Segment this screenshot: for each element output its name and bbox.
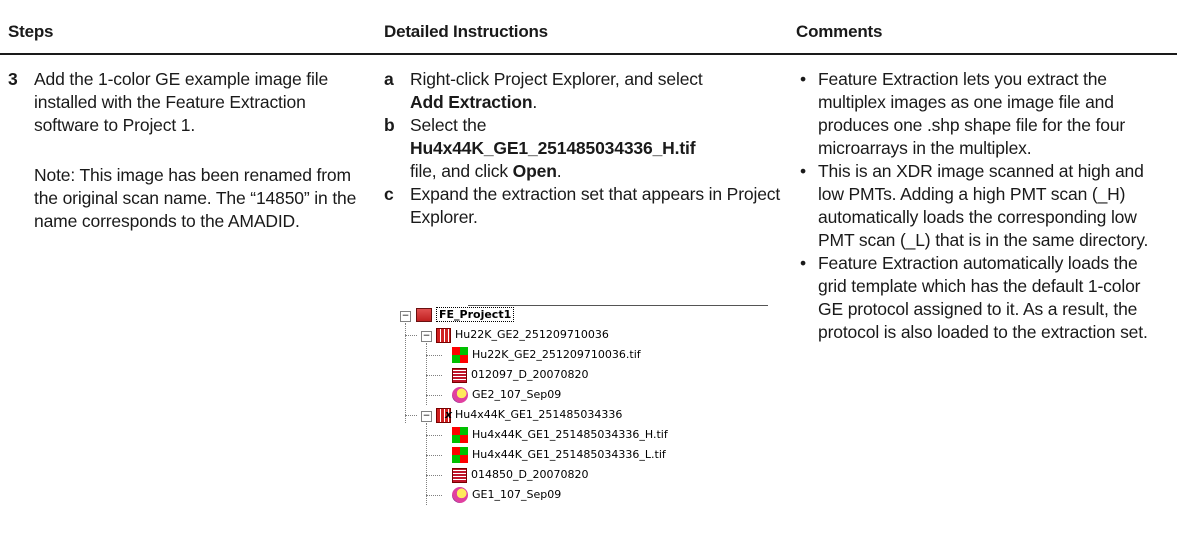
tree-line (426, 495, 442, 496)
tree-node-project[interactable]: FE_Project1 (416, 305, 515, 325)
tree-line (426, 475, 442, 476)
comment-3-text: Feature Extraction automatically loads t… (818, 253, 1148, 342)
protocol-icon (452, 387, 468, 403)
protocol-icon (452, 487, 468, 503)
bullet-icon: • (800, 69, 806, 89)
comments-column: • Feature Extraction lets you extract the… (796, 68, 1166, 344)
grid-template-icon (452, 467, 467, 483)
instruction-c: c Expand the extraction set that appears… (384, 183, 784, 229)
step-number: 3 (8, 69, 18, 89)
image-icon (452, 447, 468, 463)
instruction-a-period: . (532, 92, 538, 112)
tree-line (405, 335, 417, 336)
image-l-label: Hu4x44K_GE1_251485034336_L.tif (472, 448, 666, 461)
comments-header: Comments (796, 22, 883, 41)
tree-line (426, 455, 442, 456)
image-label: Hu22K_GE2_251209710036.tif (472, 348, 641, 361)
comment-3: • Feature Extraction automatically loads … (796, 252, 1166, 344)
header-rule (0, 53, 1177, 55)
tree-node-extraction-set-1[interactable]: Hu22K_GE2_251209710036 (436, 325, 609, 345)
extraction-set-2-label: Hu4x44K_GE1_251485034336 (455, 408, 623, 421)
collapse-icon[interactable]: − (421, 411, 432, 422)
instruction-a: a Right-click Project Explorer, and sele… (384, 68, 784, 114)
step-note: Note: This image has been renamed from t… (34, 165, 357, 231)
tree-node-grid[interactable]: 014850_D_20070820 (452, 465, 588, 485)
multipack-icon-glyph: x (445, 407, 453, 421)
extraction-set-1-label: Hu22K_GE2_251209710036 (455, 328, 609, 341)
bullet-icon: • (800, 253, 806, 273)
image-icon (452, 427, 468, 443)
multipack-extraction-set-icon: x (436, 407, 453, 423)
file-name-label: Hu4x44K_GE1_251485034336_H.tif (410, 138, 696, 158)
project-explorer-tree: − FE_Project1 − Hu22K_GE2_251209710036 H… (396, 305, 768, 527)
tree-line (426, 395, 442, 396)
tree-line (426, 435, 442, 436)
tree-node-image[interactable]: Hu4x44K_GE1_251485034336_L.tif (452, 445, 666, 465)
steps-header: Steps (8, 22, 54, 41)
tree-line (405, 323, 406, 423)
step-text: Add the 1-color GE example image file in… (34, 69, 329, 135)
add-extraction-label: Add Extraction (410, 92, 533, 112)
extraction-set-icon (436, 327, 451, 343)
tree-line (405, 415, 417, 416)
tree-node-protocol[interactable]: GE1_107_Sep09 (452, 485, 561, 505)
grid-label: 012097_D_20070820 (471, 368, 589, 381)
collapse-icon[interactable]: − (400, 311, 411, 322)
grid-template-icon (452, 367, 467, 383)
project-label: FE_Project1 (436, 307, 515, 322)
tree-node-extraction-set-2[interactable]: x Hu4x44K_GE1_251485034336 (436, 405, 622, 425)
instruction-b: b Select the Hu4x44K_GE1_251485034336_H.… (384, 114, 784, 183)
tree-line (426, 355, 442, 356)
protocol-label: GE1_107_Sep09 (472, 488, 562, 501)
comment-1-text: Feature Extraction lets you extract the … (818, 69, 1126, 158)
open-label: Open (512, 161, 557, 181)
instruction-a-text: Right-click Project Explorer, and select (410, 69, 703, 89)
instruction-a-letter: a (384, 69, 394, 89)
comment-2: • This is an XDR image scanned at high an… (796, 160, 1166, 252)
instructions-column: a Right-click Project Explorer, and sele… (384, 68, 784, 229)
instruction-b-period: . (556, 161, 562, 181)
protocol-label: GE2_107_Sep09 (472, 388, 562, 401)
tree-node-grid[interactable]: 012097_D_20070820 (452, 365, 588, 385)
instruction-c-text: Expand the extraction set that appears i… (410, 184, 781, 227)
comment-2-text: This is an XDR image scanned at high and… (818, 161, 1149, 250)
instruction-c-letter: c (384, 184, 394, 204)
instruction-b-text: Select the (410, 115, 487, 135)
tree-node-image[interactable]: Hu4x44K_GE1_251485034336_H.tif (452, 425, 668, 445)
grid-label: 014850_D_20070820 (471, 468, 589, 481)
image-icon (452, 347, 468, 363)
instruction-b-letter: b (384, 115, 395, 135)
instructions-header: Detailed Instructions (384, 22, 548, 41)
image-h-label: Hu4x44K_GE1_251485034336_H.tif (472, 428, 668, 441)
project-icon (416, 308, 432, 322)
comment-1: • Feature Extraction lets you extract the… (796, 68, 1166, 160)
tree-line (426, 375, 442, 376)
tree-node-image[interactable]: Hu22K_GE2_251209710036.tif (452, 345, 641, 365)
table-header: Steps Detailed Instructions Comments (0, 0, 1177, 66)
collapse-icon[interactable]: − (421, 331, 432, 342)
tree-node-protocol[interactable]: GE2_107_Sep09 (452, 385, 561, 405)
bullet-icon: • (800, 161, 806, 181)
instruction-b-mid: file, and click (410, 161, 508, 181)
